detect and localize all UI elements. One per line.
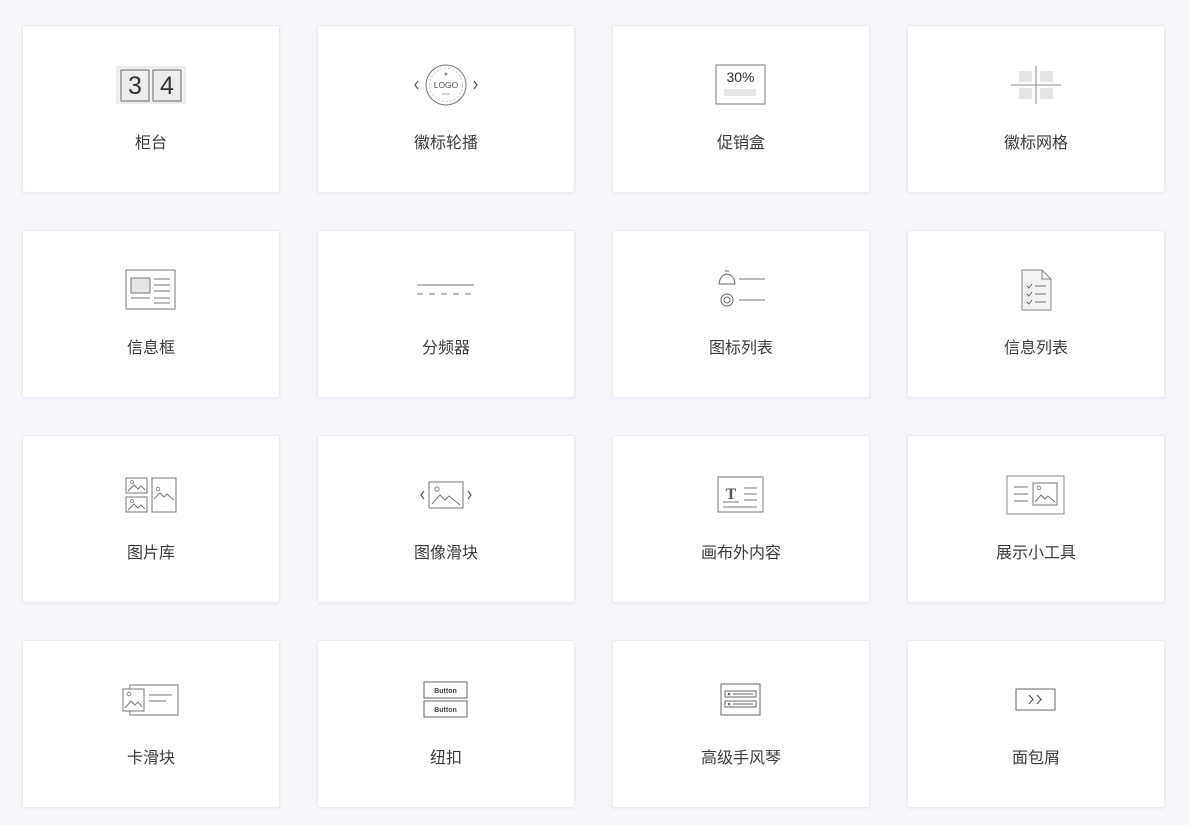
widget-label: 柜台	[134, 133, 167, 152]
widget-card-off-canvas[interactable]: T 画布外内容	[612, 435, 870, 603]
button-icon-text-bottom: Button	[434, 707, 457, 714]
widget-label: 徽标轮播	[413, 133, 478, 152]
button-icon: Button Button	[318, 677, 574, 723]
counter-digit-left: 3	[128, 72, 142, 100]
off-canvas-icon: T	[613, 472, 869, 518]
widget-label: 面包屑	[1011, 748, 1060, 767]
logo-grid-icon	[908, 62, 1164, 108]
svg-text:★: ★	[443, 71, 448, 78]
widget-label: 纽扣	[429, 748, 462, 767]
info-list-icon	[908, 267, 1164, 313]
widget-label: 画布外内容	[700, 543, 781, 562]
widget-card-info-list[interactable]: 信息列表	[907, 230, 1165, 398]
card-slider-icon	[23, 677, 279, 723]
widget-card-button[interactable]: Button Button 纽扣	[317, 640, 575, 808]
divider-icon	[318, 267, 574, 313]
image-gallery-icon	[23, 472, 279, 518]
widget-card-icon-list[interactable]: 图标列表	[612, 230, 870, 398]
widget-label: 信息框	[126, 338, 175, 357]
counter-icon: 3 4	[23, 62, 279, 108]
widget-label: 图片库	[126, 543, 175, 562]
widget-label: 高级手风琴	[700, 748, 781, 767]
widget-label: 徽标网格	[1003, 133, 1068, 152]
widget-card-image-slider[interactable]: 图像滑块	[317, 435, 575, 603]
widget-label: 图标列表	[708, 338, 773, 357]
widget-label: 促销盒	[716, 133, 765, 152]
showcase-icon	[908, 472, 1164, 518]
promo-percent: 30%	[726, 69, 754, 85]
widget-card-image-gallery[interactable]: 图片库	[22, 435, 280, 603]
counter-digit-right: 4	[160, 72, 174, 100]
widget-label: 信息列表	[1003, 338, 1068, 357]
widget-card-showcase[interactable]: 展示小工具	[907, 435, 1165, 603]
widget-label: 展示小工具	[995, 543, 1076, 562]
widget-label: 分频器	[421, 338, 470, 357]
widget-card-promo-box[interactable]: 30% 促销盒	[612, 25, 870, 193]
widget-card-logo-carousel[interactable]: ★ LOGO 徽标轮播	[317, 25, 575, 193]
icon-list-icon	[613, 267, 869, 313]
button-icon-text-top: Button	[434, 688, 457, 695]
svg-text:T: T	[726, 486, 737, 503]
promo-box-icon: 30%	[613, 62, 869, 108]
accordion-icon	[613, 677, 869, 723]
widget-card-counter[interactable]: 3 4 柜台	[22, 25, 280, 193]
info-box-icon	[23, 267, 279, 313]
widget-card-accordion[interactable]: 高级手风琴	[612, 640, 870, 808]
widget-card-logo-grid[interactable]: 徽标网格	[907, 25, 1165, 193]
widget-card-divider[interactable]: 分频器	[317, 230, 575, 398]
widget-label: 图像滑块	[413, 543, 478, 562]
logo-text: LOGO	[434, 80, 459, 90]
logo-carousel-icon: ★ LOGO	[318, 62, 574, 108]
image-slider-icon	[318, 472, 574, 518]
widget-card-info-box[interactable]: 信息框	[22, 230, 280, 398]
breadcrumb-icon	[908, 677, 1164, 723]
widget-grid: 3 4 柜台 ★ LOGO 徽标轮播 30% 促销盒 徽标网格 信息框 分频器 …	[0, 0, 1189, 825]
widget-card-breadcrumb[interactable]: 面包屑	[907, 640, 1165, 808]
widget-card-card-slider[interactable]: 卡滑块	[22, 640, 280, 808]
widget-label: 卡滑块	[126, 748, 175, 767]
